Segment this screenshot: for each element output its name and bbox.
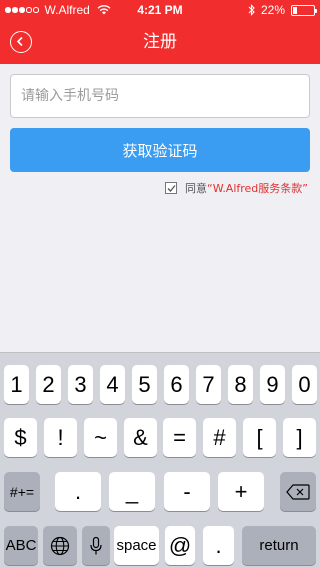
- key-exclamation[interactable]: !: [44, 418, 77, 457]
- key-4[interactable]: 4: [100, 365, 125, 404]
- key-3[interactable]: 3: [68, 365, 93, 404]
- key-period[interactable]: .: [55, 472, 101, 511]
- key-ampersand[interactable]: &: [124, 418, 157, 457]
- terms-agreement: 同意 “W.Alfred服务条款”: [165, 180, 308, 196]
- key-right-bracket[interactable]: ]: [283, 418, 316, 457]
- get-verification-code-button[interactable]: 获取验证码: [10, 128, 310, 172]
- key-more-symbols[interactable]: #+=: [4, 472, 40, 511]
- key-left-bracket[interactable]: [: [243, 418, 276, 457]
- header-bar: W.Alfred 4:21 PM 22% 注册: [0, 0, 320, 64]
- key-underscore[interactable]: _: [109, 472, 155, 511]
- key-tilde[interactable]: ~: [84, 418, 117, 457]
- battery-icon: [291, 4, 317, 16]
- key-abc[interactable]: ABC: [4, 526, 38, 565]
- key-plus[interactable]: +: [218, 472, 264, 511]
- key-dictation[interactable]: [82, 526, 110, 565]
- agree-label: 同意: [185, 182, 207, 195]
- key-1[interactable]: 1: [4, 365, 29, 404]
- key-0[interactable]: 0: [292, 365, 317, 404]
- key-6[interactable]: 6: [164, 365, 189, 404]
- key-dollar[interactable]: $: [4, 418, 37, 457]
- key-8[interactable]: 8: [228, 365, 253, 404]
- key-minus[interactable]: -: [164, 472, 210, 511]
- keyboard: 1 2 3 4 5 6 7 8 9 0 $ ! ~ & = # [ ] #+= …: [0, 352, 320, 568]
- key-dot[interactable]: .: [203, 526, 234, 565]
- terms-link[interactable]: “W.Alfred服务条款”: [207, 180, 308, 196]
- key-7[interactable]: 7: [196, 365, 221, 404]
- key-return[interactable]: return: [242, 526, 316, 565]
- globe-icon: [50, 536, 70, 555]
- agree-checkbox[interactable]: [165, 182, 177, 194]
- key-hash[interactable]: #: [203, 418, 236, 457]
- status-bar: W.Alfred 4:21 PM 22%: [0, 0, 320, 20]
- key-9[interactable]: 9: [260, 365, 285, 404]
- key-equals[interactable]: =: [163, 418, 196, 457]
- phone-number-input[interactable]: [10, 74, 310, 118]
- nav-bar: 注册: [0, 20, 320, 64]
- key-delete[interactable]: [280, 472, 316, 511]
- bluetooth-icon: [248, 4, 255, 16]
- checkmark-icon: [167, 185, 176, 192]
- key-space[interactable]: space: [114, 526, 159, 565]
- battery-percent: 22%: [260, 3, 285, 17]
- key-2[interactable]: 2: [36, 365, 61, 404]
- microphone-icon: [90, 536, 102, 554]
- page-title: 注册: [143, 32, 177, 51]
- backspace-icon: [286, 483, 310, 500]
- key-at[interactable]: @: [165, 526, 195, 565]
- key-globe[interactable]: [43, 526, 77, 565]
- key-5[interactable]: 5: [132, 365, 157, 404]
